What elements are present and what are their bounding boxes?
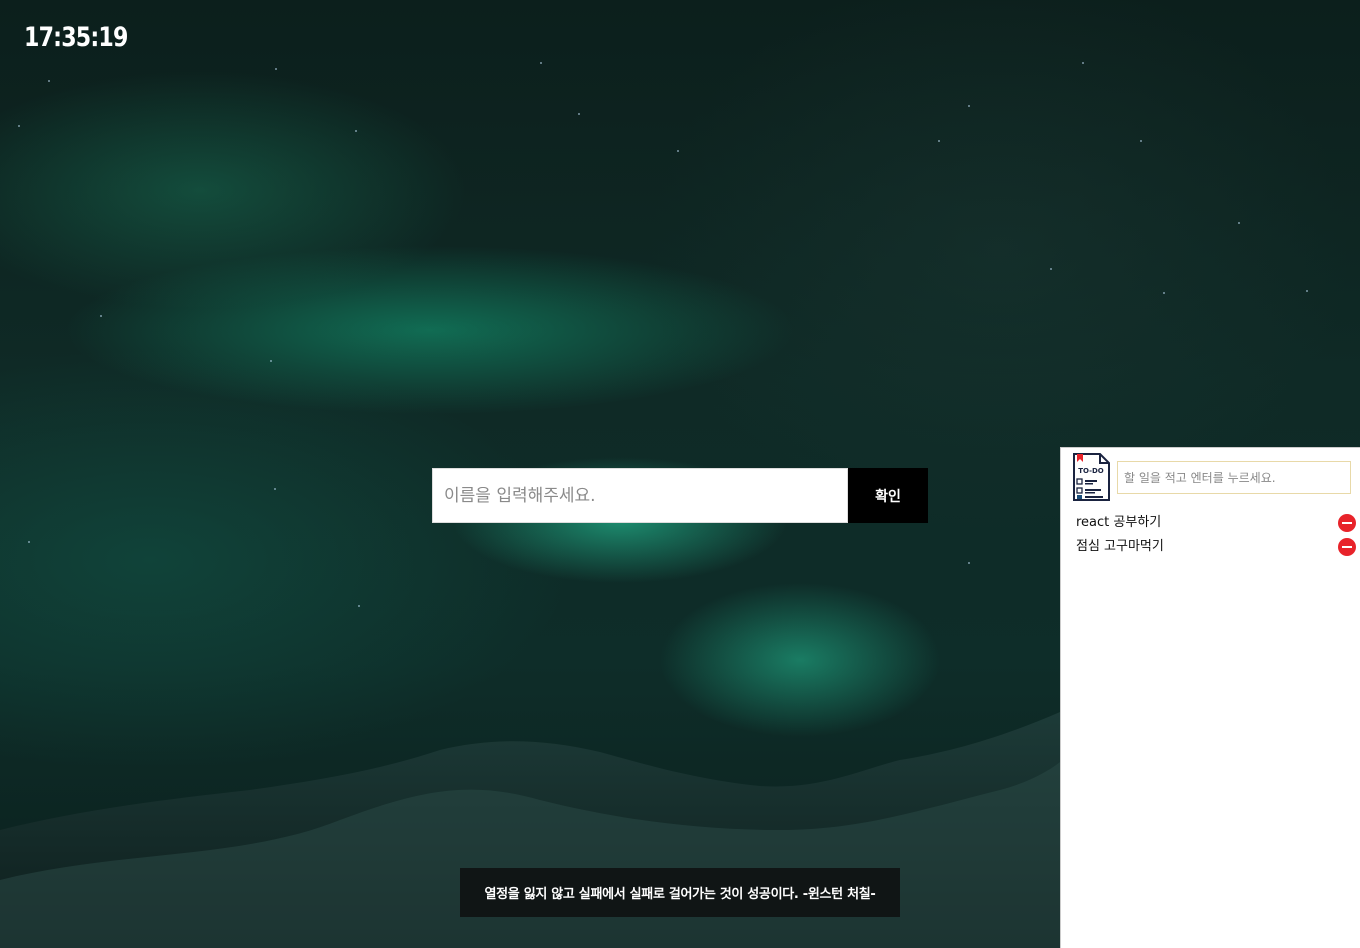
todo-list-icon: TO-DO — [1073, 453, 1110, 501]
todo-header: TO-DO — [1071, 452, 1359, 502]
todo-item-text: react 공부하기 — [1076, 515, 1162, 530]
todo-input[interactable] — [1117, 461, 1351, 494]
todo-item-text: 점심 고구마먹기 — [1076, 539, 1164, 554]
todo-logo-text: TO-DO — [1078, 467, 1104, 475]
minus-circle-icon[interactable] — [1338, 538, 1356, 556]
todo-item: react 공부하기 — [1076, 511, 1356, 535]
quote-text: 열정을 잃지 않고 실패에서 실패로 걸어가는 것이 성공이다. -윈스턴 처칠… — [484, 887, 876, 902]
name-form: 확인 — [432, 468, 928, 523]
todo-panel: TO-DO react 공부하기 점심 고구마먹기 — [1060, 447, 1360, 948]
name-input[interactable] — [432, 468, 848, 523]
todo-list: react 공부하기 점심 고구마먹기 — [1076, 511, 1356, 559]
minus-circle-icon[interactable] — [1338, 514, 1356, 532]
todo-item: 점심 고구마먹기 — [1076, 535, 1356, 559]
confirm-button[interactable]: 확인 — [848, 468, 928, 523]
clock: 17:35:19 — [24, 22, 128, 53]
quote-box: 열정을 잃지 않고 실패에서 실패로 걸어가는 것이 성공이다. -윈스턴 처칠… — [460, 868, 900, 917]
